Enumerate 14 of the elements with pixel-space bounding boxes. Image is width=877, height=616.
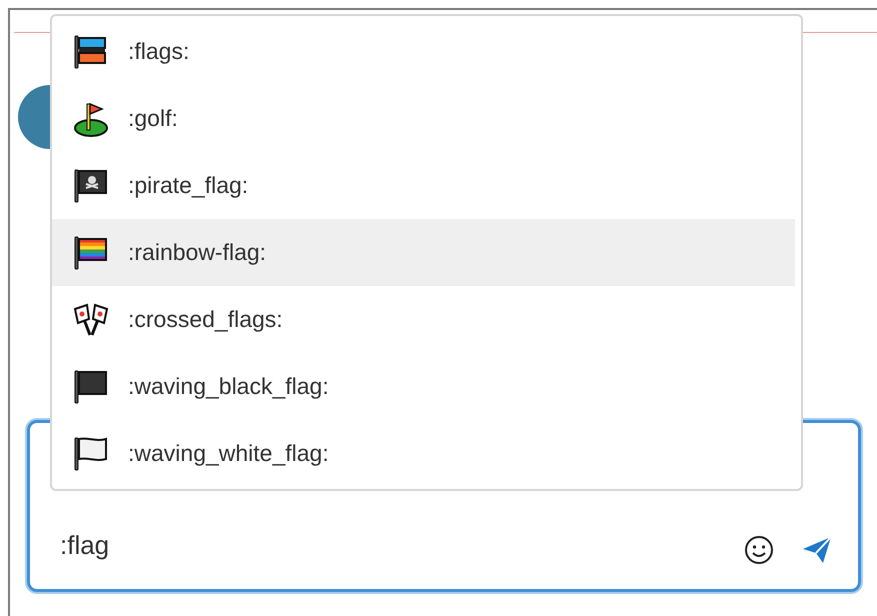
- flag-icon: [72, 368, 110, 406]
- suggestion-item[interactable]: :pirate_flag:: [52, 152, 795, 219]
- suggestion-item[interactable]: :waving_black_flag:: [52, 353, 795, 420]
- crossed-flags-icon: [72, 300, 110, 338]
- emoji-icon[interactable]: [742, 533, 776, 567]
- suggestion-item[interactable]: :golf:: [52, 85, 795, 152]
- suggestion-item[interactable]: :crossed_flags:: [52, 286, 795, 353]
- rainbow-flag-icon: [72, 234, 110, 272]
- message-input[interactable]: :flag: [60, 530, 718, 567]
- suggestion-item[interactable]: :waving_white_flag:: [52, 420, 795, 487]
- pirate-flag-icon: [72, 166, 110, 204]
- suggestion-item[interactable]: :flags:: [52, 18, 795, 85]
- suggestion-item[interactable]: :rainbow-flag:: [52, 219, 795, 286]
- waving-flag-icon: [72, 434, 110, 472]
